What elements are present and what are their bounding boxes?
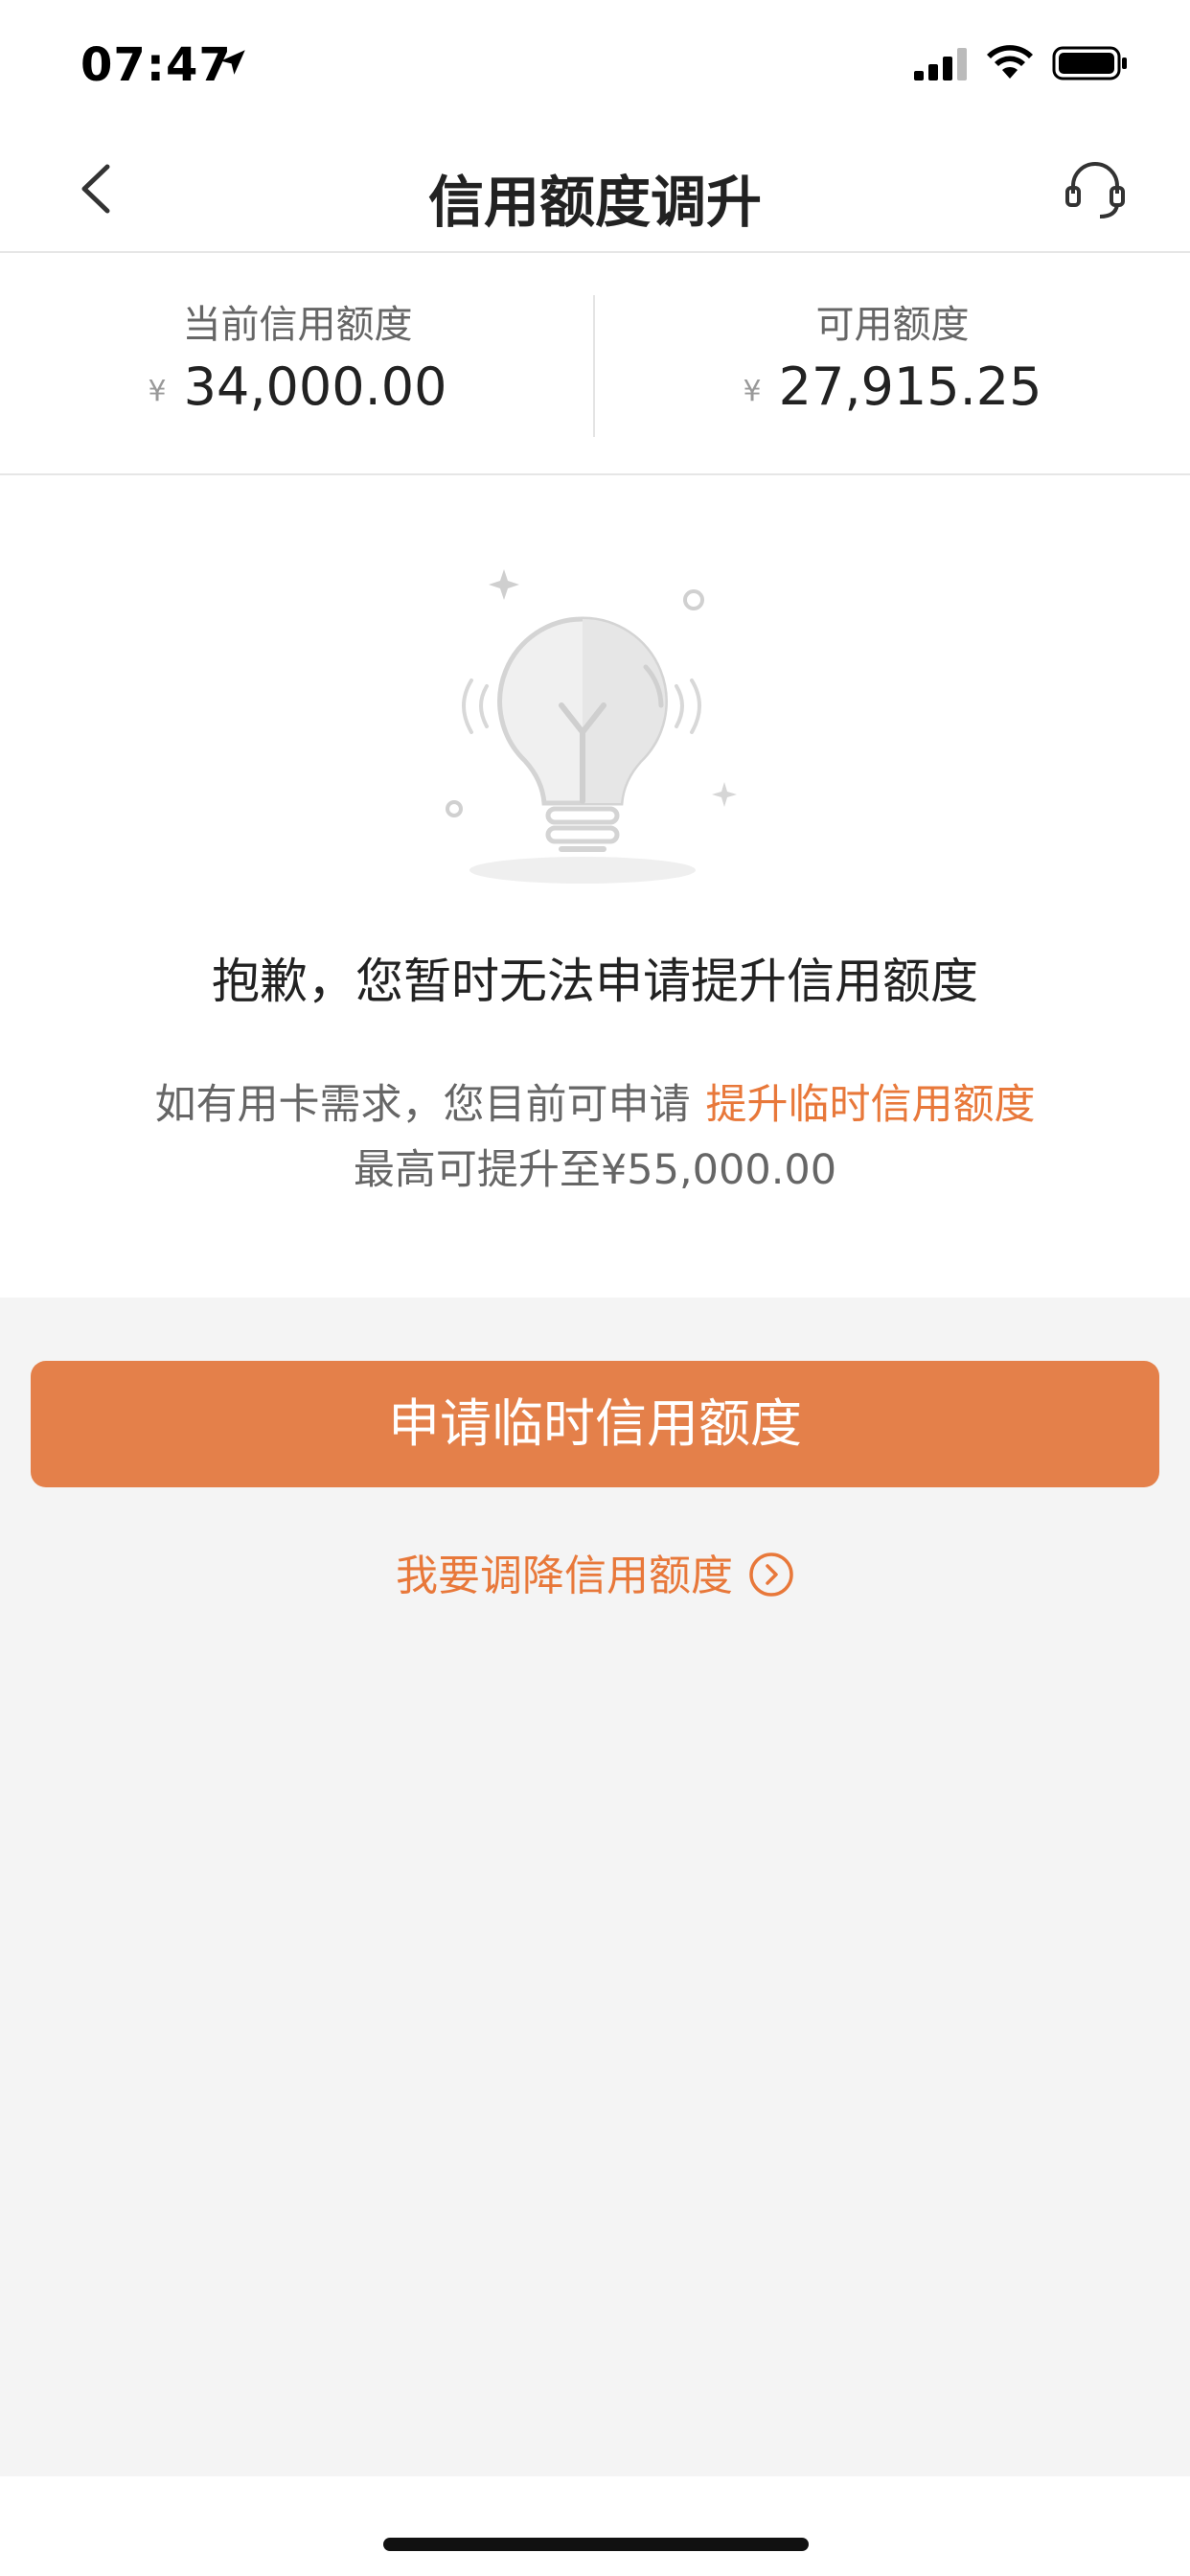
currency-symbol: ¥ <box>743 375 762 408</box>
chevron-right-circle-icon <box>749 1552 793 1597</box>
decrease-limit-link[interactable]: 我要调降信用额度 <box>0 1541 1190 1602</box>
currency-symbol: ¥ <box>148 375 167 408</box>
available-limit-label: 可用额度 <box>815 303 970 347</box>
battery-icon <box>1052 46 1127 80</box>
temporary-limit-link[interactable]: 提升临时信用额度 <box>706 1081 1036 1129</box>
available-limit-amount: ¥27,915.25 <box>595 356 1190 417</box>
current-limit-value: 34,000.00 <box>183 356 447 417</box>
home-indicator-area <box>0 2476 1190 2576</box>
max-limit-text: 最高可提升至¥55,000.00 <box>353 1146 837 1194</box>
status-bar: 07:47 <box>0 0 1190 126</box>
page-title: 信用额度调升 <box>427 170 762 235</box>
status-time: 07:47 <box>80 38 232 92</box>
navigation-bar: 信用额度调升 <box>0 126 1190 253</box>
customer-service-button[interactable] <box>1062 157 1129 224</box>
cellular-signal-icon <box>914 48 967 80</box>
available-limit-value: 27,915.25 <box>778 356 1042 417</box>
suggestion-text: 如有用卡需求，您目前可申请 提升临时信用额度 <box>0 1071 1190 1131</box>
lightbulb-icon <box>446 569 737 884</box>
available-credit: 可用额度 ¥27,915.25 <box>595 253 1190 473</box>
current-credit-limit: 当前信用额度 ¥34,000.00 <box>0 253 595 473</box>
suggestion-prefix: 如有用卡需求，您目前可申请 <box>154 1081 691 1129</box>
result-panel: 抱歉，您暂时无法申请提升信用额度 如有用卡需求，您目前可申请 提升临时信用额度 最… <box>0 475 1190 1298</box>
error-title: 抱歉，您暂时无法申请提升信用额度 <box>212 954 978 1009</box>
current-limit-label: 当前信用额度 <box>182 303 413 347</box>
credit-summary: 当前信用额度 ¥34,000.00 可用额度 ¥27,915.25 <box>0 253 1190 475</box>
current-limit-amount: ¥34,000.00 <box>0 356 595 417</box>
home-indicator[interactable] <box>383 2538 809 2551</box>
location-arrow-icon <box>220 50 245 75</box>
apply-temporary-limit-button[interactable]: 申请临时信用额度 <box>31 1361 1159 1487</box>
credit-limit-increase-page: 07:47 信用额度调升 当前信用额度 ¥ 34,000.00 可用额度 ¥ 2… <box>0 0 1190 2576</box>
decrease-limit-label: 我要调降信用额度 <box>396 1552 733 1600</box>
wifi-icon <box>987 45 1033 79</box>
